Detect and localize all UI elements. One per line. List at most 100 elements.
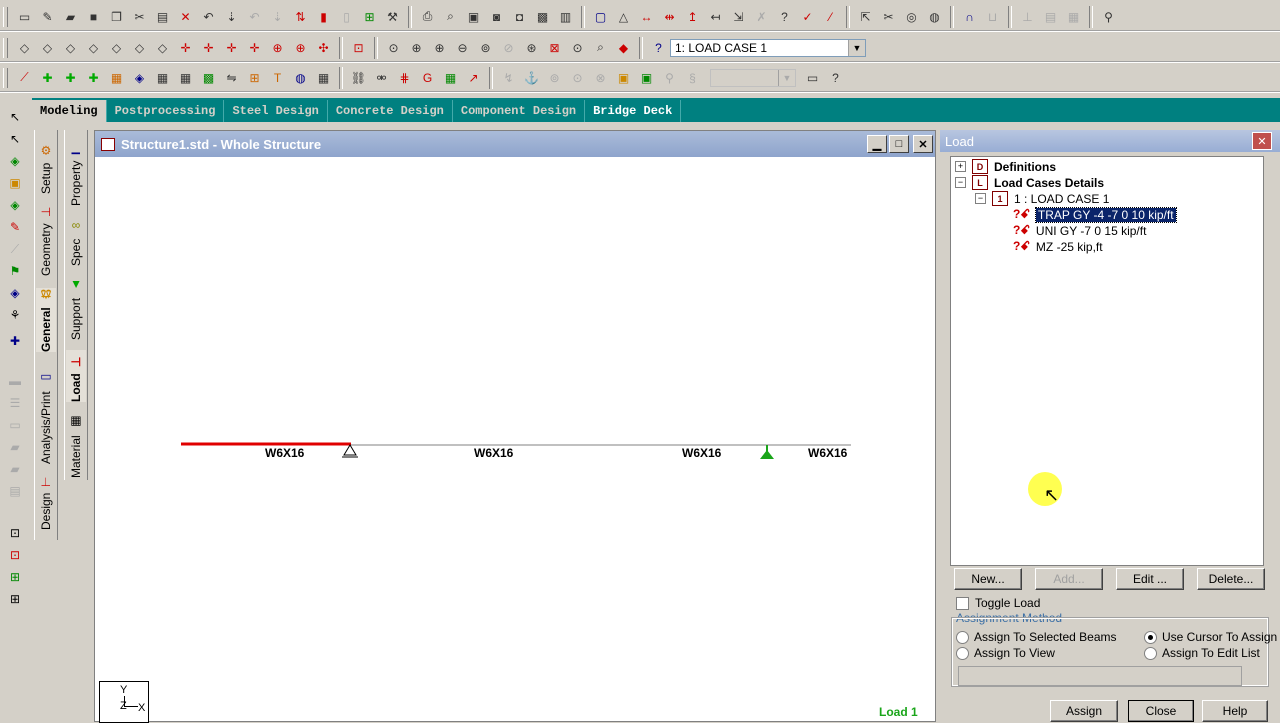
select-solid-icon[interactable]: ▣ xyxy=(6,174,24,192)
radio-use-cursor[interactable] xyxy=(1144,630,1157,644)
window-icon[interactable]: ▢ xyxy=(590,6,611,27)
vtab-analysis-print[interactable]: Analysis/Print ▭ xyxy=(36,371,56,464)
close-window-button[interactable]: ✕ xyxy=(913,135,933,153)
search-icon[interactable]: ⌕ xyxy=(590,37,611,58)
pinned-support-icon[interactable] xyxy=(342,444,358,458)
cube4-icon[interactable]: ◇ xyxy=(83,37,104,58)
toolbar-grip[interactable] xyxy=(3,67,8,88)
redo-icon[interactable]: ⇣ xyxy=(221,6,242,27)
tool3-icon[interactable]: ⋕ xyxy=(394,67,415,88)
collapse-icon[interactable]: − xyxy=(975,193,986,204)
select-plate-icon[interactable]: ◈ xyxy=(6,152,24,170)
chevron-down-icon[interactable]: ▼ xyxy=(848,39,865,56)
structure-canvas[interactable] xyxy=(95,157,933,719)
assign-selected-beams-option[interactable]: Assign To Selected Beams xyxy=(956,630,1117,644)
toolbar-grip[interactable] xyxy=(3,37,8,58)
boxes2-icon[interactable]: ⊥ xyxy=(1017,6,1038,27)
sort-icon[interactable]: ⇅ xyxy=(290,6,311,27)
tree-node-load-case-1[interactable]: − 1 1 : LOAD CASE 1 xyxy=(975,191,1109,206)
node-arrows-icon[interactable]: ↔ xyxy=(636,6,657,27)
assign-edit-list-option[interactable]: Assign To Edit List xyxy=(1144,646,1260,660)
tool2-icon[interactable]: ⚮ xyxy=(371,67,392,88)
tool-f-icon[interactable]: ▤ xyxy=(6,482,24,500)
fit-icon[interactable]: ⊡ xyxy=(348,37,369,58)
pan4-icon[interactable]: ✛ xyxy=(244,37,265,58)
add-button[interactable]: Add... xyxy=(1035,568,1103,590)
select-support-icon[interactable]: ◈ xyxy=(6,284,24,302)
select-cursor-icon[interactable]: ↖ xyxy=(6,108,24,126)
tree-item-trap-load[interactable]: ?ꗃ TRAP GY -4 -7 0 10 kip/ft xyxy=(1013,206,1177,223)
cube7-icon[interactable]: ◇ xyxy=(152,37,173,58)
close-button[interactable]: Close xyxy=(1128,700,1194,722)
monitor-icon[interactable]: ▭ xyxy=(802,67,823,88)
vtab-setup[interactable]: Setup ⚙ xyxy=(36,138,56,194)
zoom-out-icon[interactable]: ⊕ xyxy=(429,37,450,58)
tool-d-icon[interactable]: ▰ xyxy=(6,438,24,456)
open-folder-icon[interactable]: ▰ xyxy=(60,6,81,27)
merge-icon[interactable]: ⇋ xyxy=(221,67,242,88)
table-icon[interactable]: ▦ xyxy=(313,67,334,88)
print-preview-icon[interactable]: ⌕ xyxy=(440,6,461,27)
toggle-load-option[interactable]: Toggle Load xyxy=(956,596,1040,610)
assign-button[interactable]: Assign xyxy=(1050,700,1118,722)
tab-component-design[interactable]: Component Design xyxy=(453,100,586,122)
select-group-icon[interactable]: ⚑ xyxy=(6,262,24,280)
assign-to-view-option[interactable]: Assign To View xyxy=(956,646,1055,660)
chart2-icon[interactable]: ⁄ xyxy=(820,6,841,27)
tool-a-icon[interactable]: ▬ xyxy=(6,372,24,390)
tool-g-icon[interactable]: ⊡ xyxy=(6,524,24,542)
select-member-icon[interactable]: ⚘ xyxy=(6,306,24,324)
collapse-icon[interactable]: − xyxy=(955,177,966,188)
camera-icon[interactable]: ◙ xyxy=(486,6,507,27)
add-node-icon[interactable]: ✚ xyxy=(37,67,58,88)
zoom-window-icon[interactable]: ⊖ xyxy=(452,37,473,58)
radio-edit-list[interactable] xyxy=(1144,646,1157,660)
question-icon[interactable]: ? xyxy=(774,6,795,27)
camera2-icon[interactable]: ◘ xyxy=(509,6,530,27)
print-icon[interactable]: ⎙ xyxy=(417,6,438,27)
add-solid-icon[interactable]: ✚ xyxy=(83,67,104,88)
disk-icon[interactable]: ◎ xyxy=(901,6,922,27)
zoom-sel-icon[interactable]: ⊠ xyxy=(544,37,565,58)
cube1-icon[interactable]: ◇ xyxy=(14,37,35,58)
dimension2-icon[interactable]: ↥ xyxy=(682,6,703,27)
tree-item-moment-load[interactable]: ?ꗃ MZ -25 kip,ft xyxy=(1013,239,1103,254)
minimize-button[interactable]: ▁ xyxy=(867,135,887,153)
tool-c-icon[interactable]: ▭ xyxy=(6,416,24,434)
new-file-icon[interactable]: ▭ xyxy=(14,6,35,27)
disabled-select[interactable]: ▼ xyxy=(710,68,796,87)
tool11-icon[interactable]: ⊗ xyxy=(590,67,611,88)
pipe-icon[interactable]: ∩ xyxy=(959,6,980,27)
edit-button[interactable]: Edit ... xyxy=(1116,568,1184,590)
dimension-icon[interactable]: ⇹ xyxy=(659,6,680,27)
cube3-icon[interactable]: ◇ xyxy=(60,37,81,58)
use-cursor-option[interactable]: Use Cursor To Assign xyxy=(1144,630,1277,644)
dimension3-icon[interactable]: ↤ xyxy=(705,6,726,27)
tab-bridge-deck[interactable]: Bridge Deck xyxy=(585,100,682,122)
vtab-support[interactable]: Support ▲ xyxy=(66,278,86,340)
tree-node-load-cases[interactable]: − L Load Cases Details xyxy=(955,175,1104,190)
select-node-icon[interactable]: ◈ xyxy=(6,196,24,214)
add-plate-icon[interactable]: ✚ xyxy=(60,67,81,88)
expand-icon[interactable]: + xyxy=(955,161,966,172)
delete-icon[interactable]: ✕ xyxy=(175,6,196,27)
cube-icon[interactable]: ▤ xyxy=(1040,6,1061,27)
undo-disabled-icon[interactable]: ↶ xyxy=(244,6,265,27)
tool8-icon[interactable]: ⚓ xyxy=(521,67,542,88)
tool-e-icon[interactable]: ▰ xyxy=(6,460,24,478)
select-disabled-icon[interactable]: ⟋ xyxy=(6,240,24,258)
tool4-icon[interactable]: G xyxy=(417,67,438,88)
tree-item-uni-load[interactable]: ?ꗃ UNI GY -7 0 15 kip/ft xyxy=(1013,223,1146,238)
vtab-load[interactable]: Load ⊥ xyxy=(66,350,86,402)
load-case-select[interactable]: 1: LOAD CASE 1 ▼ xyxy=(670,38,866,57)
save-icon[interactable]: ■ xyxy=(83,6,104,27)
open-file-icon[interactable]: ✎ xyxy=(37,6,58,27)
grid-icon[interactable]: ⊞ xyxy=(359,6,380,27)
pan5-icon[interactable]: ⊕ xyxy=(267,37,288,58)
radio-to-view[interactable] xyxy=(956,646,969,660)
cube5-icon[interactable]: ◇ xyxy=(106,37,127,58)
tab-concrete-design[interactable]: Concrete Design xyxy=(328,100,453,122)
dimension4-icon[interactable]: ⇲ xyxy=(728,6,749,27)
tool13-icon[interactable]: ▣ xyxy=(636,67,657,88)
vtab-geometry[interactable]: Geometry ⊥ xyxy=(36,204,56,276)
